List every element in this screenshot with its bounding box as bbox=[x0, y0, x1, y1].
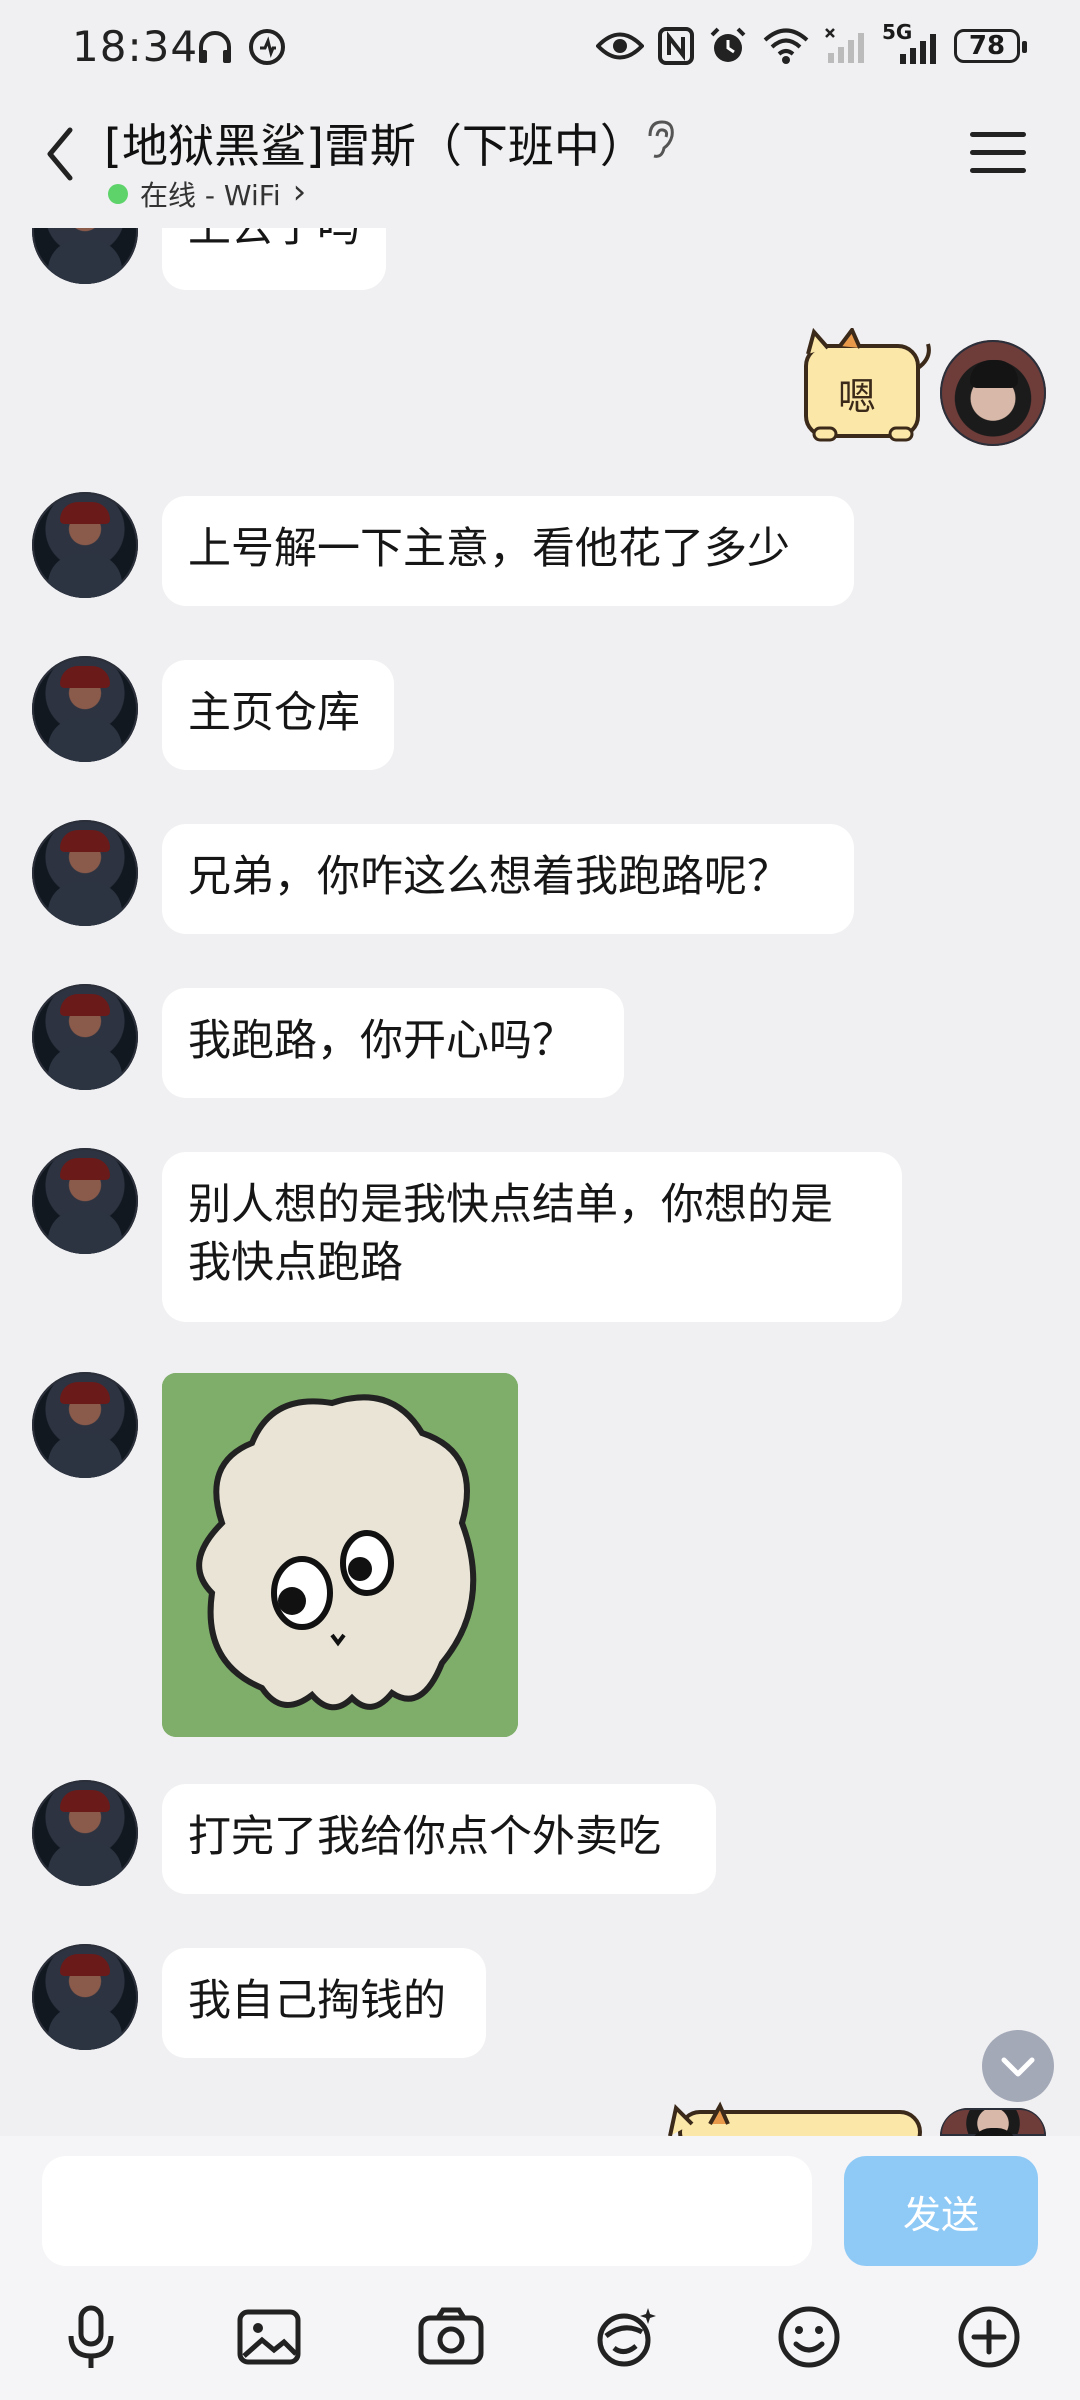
message-bubble[interactable]: 打完了我给你点个外卖吃 bbox=[162, 1784, 716, 1894]
plus-icon[interactable] bbox=[954, 2302, 1024, 2372]
message-bubble[interactable]: 兄弟，你咋这么想着我跑路呢？ bbox=[162, 824, 854, 934]
message-bubble[interactable]: 我自己掏钱的 bbox=[162, 1948, 486, 2058]
sticker-message-me[interactable]: 嗯 bbox=[794, 326, 934, 448]
message-bubble[interactable]: 上号解一下主意，看他花了多少 bbox=[162, 496, 854, 606]
send-button[interactable]: 发送 bbox=[844, 2156, 1038, 2266]
camera-icon[interactable] bbox=[416, 2302, 486, 2372]
menu-icon[interactable] bbox=[970, 132, 1026, 180]
status-time: 18:34 bbox=[72, 22, 199, 71]
chevron-down-icon bbox=[1001, 2057, 1035, 2077]
wifi-icon bbox=[763, 28, 809, 64]
input-toolbar bbox=[0, 2286, 1080, 2386]
chat-header: [地狱黑鲨]雷斯（下班中） 在线 - WiFi › bbox=[0, 100, 1080, 228]
sticker-text: 嗯 bbox=[838, 375, 877, 419]
alarm-icon bbox=[710, 27, 746, 62]
sticker-search-icon[interactable] bbox=[592, 2302, 662, 2372]
contact-avatar[interactable] bbox=[32, 1944, 138, 2050]
input-bar: 发送 bbox=[0, 2136, 1080, 2400]
no-signal-icon bbox=[825, 28, 864, 63]
contact-avatar[interactable] bbox=[32, 1148, 138, 1254]
contact-avatar[interactable] bbox=[32, 1780, 138, 1886]
nfc-icon bbox=[658, 27, 694, 65]
eye-icon bbox=[596, 32, 644, 60]
status-left-icons bbox=[196, 28, 286, 66]
headphones-icon bbox=[199, 31, 231, 63]
online-dot bbox=[108, 184, 128, 204]
app-notification-icon bbox=[249, 29, 285, 65]
message-line: 我快点跑路 bbox=[188, 1238, 403, 1288]
cat-sticker-partial-icon[interactable] bbox=[650, 2100, 940, 2140]
image-icon[interactable] bbox=[234, 2302, 304, 2372]
ghost-sticker-icon bbox=[162, 1373, 518, 1737]
ear-icon[interactable] bbox=[640, 118, 680, 162]
message-bubble[interactable]: 我跑路，你开心吗？ bbox=[162, 988, 624, 1098]
chat-title[interactable]: [地狱黑鲨]雷斯（下班中） bbox=[104, 110, 646, 176]
message-input[interactable] bbox=[42, 2156, 812, 2266]
microphone-icon[interactable] bbox=[56, 2302, 126, 2372]
online-status[interactable]: 在线 - WiFi › bbox=[108, 172, 307, 214]
my-avatar[interactable] bbox=[940, 340, 1046, 446]
contact-avatar[interactable] bbox=[32, 656, 138, 762]
sticker-image-message[interactable] bbox=[162, 1373, 518, 1737]
contact-avatar[interactable] bbox=[32, 820, 138, 926]
message-line: 别人想的是我快点结单，你想的是 bbox=[188, 1180, 833, 1230]
status-right-icons: 5G 78 bbox=[596, 20, 1027, 66]
emoji-icon[interactable] bbox=[774, 2302, 844, 2372]
message-bubble[interactable]: 主页仓库 bbox=[162, 660, 394, 770]
cellular-signal-icon: 5G bbox=[882, 20, 940, 66]
battery-indicator: 78 bbox=[954, 29, 1027, 63]
contact-avatar[interactable] bbox=[32, 1372, 138, 1478]
online-status-text: 在线 - WiFi bbox=[140, 179, 281, 212]
contact-avatar[interactable] bbox=[32, 492, 138, 598]
message-bubble[interactable]: 别人想的是我快点结单，你想的是 我快点跑路 bbox=[162, 1152, 902, 1322]
chevron-right-icon: › bbox=[292, 172, 307, 212]
contact-avatar[interactable] bbox=[32, 984, 138, 1090]
back-arrow-icon[interactable] bbox=[36, 122, 86, 186]
scroll-to-bottom-button[interactable] bbox=[982, 2030, 1054, 2102]
my-avatar[interactable] bbox=[940, 2108, 1046, 2136]
status-bar: 18:34 5G 78 bbox=[0, 0, 1080, 100]
